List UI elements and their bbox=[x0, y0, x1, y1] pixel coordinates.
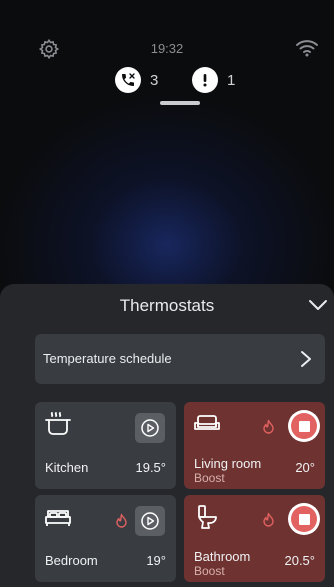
missed-calls-indicator[interactable]: 3 bbox=[115, 67, 158, 93]
cooking-pot-icon bbox=[45, 412, 71, 435]
missed-calls-count: 3 bbox=[150, 71, 159, 89]
room-mode: Boost bbox=[194, 471, 225, 485]
room-tile-bathroom[interactable]: Bathroom Boost 20.5° bbox=[184, 495, 325, 582]
heating-flame-icon bbox=[263, 419, 274, 434]
schedule-label: Temperature schedule bbox=[43, 351, 172, 366]
heating-flame-icon bbox=[116, 513, 127, 528]
room-tile-bedroom[interactable]: Bedroom 19° bbox=[35, 495, 176, 582]
wifi-icon bbox=[296, 40, 318, 57]
room-temperature: 19.5° bbox=[135, 460, 166, 475]
drag-handle[interactable] bbox=[160, 101, 200, 105]
heating-flame-icon bbox=[263, 512, 274, 527]
bed-icon bbox=[45, 510, 71, 526]
collapse-chevron-icon[interactable] bbox=[306, 296, 330, 314]
thermostats-sheet: Thermostats Temperature schedule Kitchen… bbox=[0, 284, 334, 587]
room-tile-kitchen[interactable]: Kitchen 19.5° bbox=[35, 402, 176, 489]
room-name: Bathroom bbox=[194, 549, 251, 564]
play-circle-icon bbox=[141, 419, 159, 437]
start-boost-button[interactable] bbox=[135, 413, 165, 443]
chevron-right-icon bbox=[301, 351, 311, 367]
clock: 19:32 bbox=[150, 41, 184, 56]
room-name: Living room bbox=[194, 456, 262, 471]
sofa-icon bbox=[194, 415, 220, 430]
stop-icon bbox=[291, 413, 317, 439]
stop-boost-button[interactable] bbox=[288, 503, 320, 535]
stop-icon bbox=[291, 506, 317, 532]
alerts-count: 1 bbox=[227, 71, 236, 89]
alert-exclamation-icon bbox=[192, 67, 218, 93]
toilet-icon bbox=[198, 505, 217, 529]
alerts-indicator[interactable]: 1 bbox=[192, 67, 235, 93]
room-temperature: 20.5° bbox=[284, 553, 315, 568]
room-name: Bedroom bbox=[45, 553, 98, 568]
home-screen: 19:32 3 1 Thermostats Temperature schedu… bbox=[0, 0, 334, 587]
start-boost-button[interactable] bbox=[135, 506, 165, 536]
stop-boost-button[interactable] bbox=[288, 410, 320, 442]
sheet-title: Thermostats bbox=[119, 296, 215, 315]
room-temperature: 19° bbox=[146, 553, 166, 568]
room-temperature: 20° bbox=[295, 460, 315, 475]
missed-call-icon bbox=[115, 67, 141, 93]
status-bar: 19:32 3 1 bbox=[0, 0, 334, 105]
room-name: Kitchen bbox=[45, 460, 89, 475]
temperature-schedule-button[interactable]: Temperature schedule bbox=[35, 334, 325, 384]
room-mode: Boost bbox=[194, 564, 225, 578]
room-tile-living-room[interactable]: Living room Boost 20° bbox=[184, 402, 325, 489]
play-circle-icon bbox=[141, 512, 159, 530]
